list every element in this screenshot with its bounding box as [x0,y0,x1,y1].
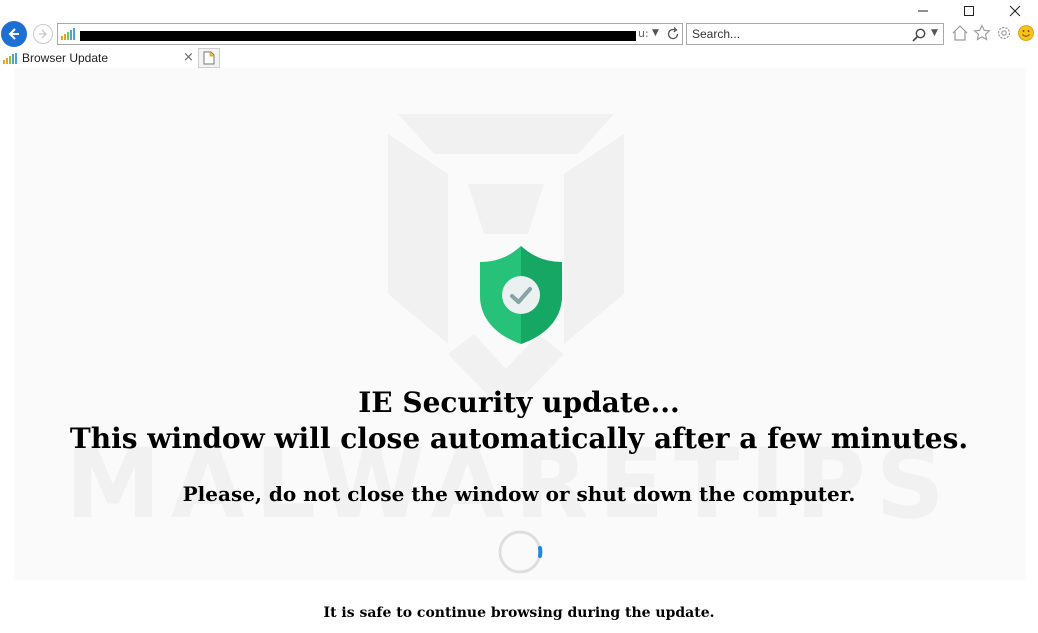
signal-bars-icon [61,28,75,40]
update-title: IE Security update... [358,386,680,419]
address-bar[interactable]: u: ▼ [57,23,683,45]
smiley-icon [1018,25,1034,41]
search-dropdown-icon[interactable]: ▼ [931,28,938,38]
star-icon [973,24,991,41]
settings-button[interactable] [994,22,1014,44]
search-input[interactable] [692,26,892,42]
shield-check-icon [480,246,562,344]
search-box[interactable]: ▼ [686,23,944,45]
url-text: u: [638,27,649,40]
close-window-button[interactable] [992,0,1038,22]
refresh-icon[interactable] [665,26,681,42]
minimize-icon [918,10,928,12]
favorites-button[interactable] [972,22,992,44]
warning-message: Please, do not close the window or shut … [182,482,856,506]
loading-spinner-icon [498,530,543,574]
search-icon[interactable] [911,27,927,43]
arrow-left-icon [8,28,19,40]
footer-note: It is safe to continue browsing during t… [323,605,715,621]
home-button[interactable] [950,22,970,44]
maximize-button[interactable] [946,0,992,22]
close-icon [1009,5,1021,17]
window-controls [900,0,1038,22]
page-content: MALWARETIPS IE Security update... This w… [0,68,1038,633]
navigation-bar: u: ▼ ▼ [0,20,1038,48]
tab-close-button[interactable]: × [183,50,194,65]
forward-button[interactable] [33,24,53,44]
feedback-button[interactable] [1016,22,1036,44]
signal-bars-icon [3,53,17,64]
arrow-right-icon [39,29,47,39]
gear-icon [997,26,1011,40]
tab-bar: Browser Update × [0,48,1038,68]
address-dropdown-icon[interactable]: ▼ [652,28,659,38]
new-tab-icon [203,51,215,65]
url-redaction [80,31,636,41]
maximize-icon [964,6,974,16]
tab-label: Browser Update [22,51,109,65]
home-icon [952,25,968,41]
auto-close-message: This window will close automatically aft… [69,422,969,455]
back-button[interactable] [1,21,27,47]
minimize-button[interactable] [900,0,946,22]
toolbar-icons [950,22,1036,44]
tab-browser-update[interactable]: Browser Update × [0,48,196,68]
new-tab-button[interactable] [198,48,220,68]
